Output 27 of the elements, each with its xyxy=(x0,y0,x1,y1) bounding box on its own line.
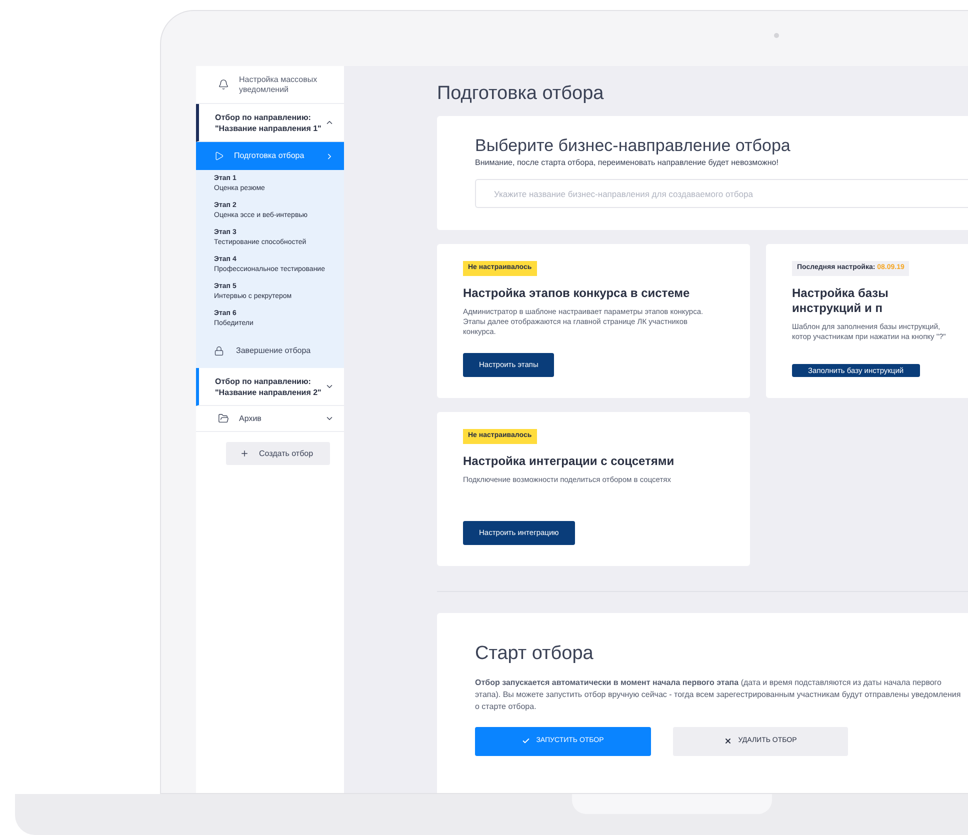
card-title: Старт отбора xyxy=(475,642,594,666)
close-icon xyxy=(724,737,732,745)
chevron-right-icon xyxy=(325,152,334,160)
card-title: Выберите бизнес-навправление отбора xyxy=(475,136,792,156)
chevron-down-icon xyxy=(325,382,334,391)
card-title: Настройка интеграции с соцсетями xyxy=(463,454,676,468)
group-label: Отбор по направлению: xyxy=(215,112,312,122)
sidebar-item[interactable]: Подготовка отбора xyxy=(196,142,344,170)
play-icon xyxy=(214,151,224,161)
chevron-up-icon xyxy=(325,118,334,127)
group-label: "Название направления 1" xyxy=(215,122,322,134)
card-title: Настройка этапов конкурса в системе xyxy=(463,286,691,300)
page-title: Подготовка отбора xyxy=(437,82,605,106)
group-label: "Название направления 2" xyxy=(215,386,322,398)
lock-icon xyxy=(214,346,224,356)
create-button[interactable]: Создать отбор xyxy=(226,442,330,465)
bell-icon xyxy=(218,79,229,90)
camera-icon xyxy=(774,33,779,38)
card-title: Настройка базы инструкций и п xyxy=(792,286,890,316)
group-label: Отбор по направлению: xyxy=(215,376,312,386)
start-description: Отбор запускается автоматически в момент начала первого этапа (дата и время подставляются из даты начала первого этапа). Вы можете запустить отбор вручную сейчас - тогда всем зарегестрированным участникам будут отправлены уведомления о старте отбора. xyxy=(475,676,962,712)
folder-icon xyxy=(218,413,229,424)
direction-input[interactable]: Укажите название бизнес-направления для создаваемого отбора xyxy=(475,179,968,208)
warning-text: Внимание, после старта отбора, переименовать направление будет невозможно! xyxy=(475,157,780,169)
check-icon xyxy=(522,737,530,745)
plus-icon xyxy=(240,449,249,458)
chevron-down-icon xyxy=(325,414,334,423)
